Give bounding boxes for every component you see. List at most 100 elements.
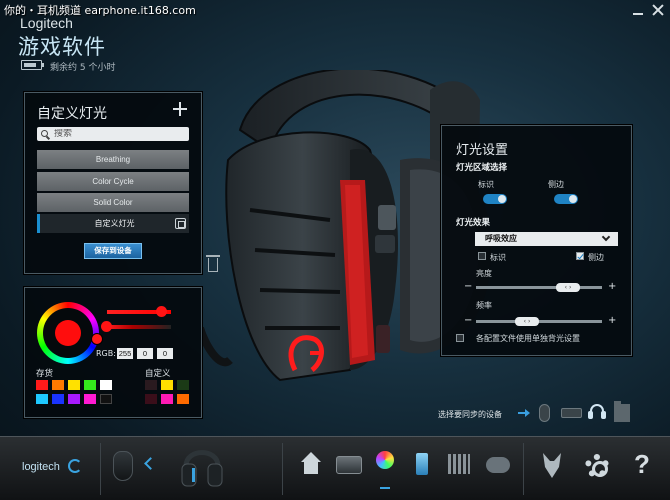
logo-checkbox[interactable]: [478, 252, 486, 260]
custom-lighting-panel: 自定义灯光 Breathing Color Cycle Solid Color …: [24, 92, 202, 274]
surround-sound-icon[interactable]: [486, 457, 510, 473]
rgb-label: RGB:: [96, 349, 116, 358]
home-icon[interactable]: [298, 452, 324, 478]
color-swatch[interactable]: [177, 380, 189, 390]
search-field[interactable]: [37, 127, 189, 141]
lighting-bulb-icon[interactable]: [376, 451, 394, 469]
color-swatch[interactable]: [68, 394, 80, 404]
effect-select-value: 呼吸效应: [485, 234, 517, 243]
custom-lighting-title: 自定义灯光: [37, 106, 107, 122]
color-swatch[interactable]: [177, 394, 189, 404]
bottom-toolbar: logitech ?: [0, 436, 670, 500]
battery-icon: [21, 60, 44, 70]
close-button[interactable]: [652, 4, 664, 16]
color-swatch[interactable]: [161, 380, 173, 390]
brightness-label: 亮度: [476, 269, 492, 278]
color-swatch[interactable]: [145, 394, 157, 404]
chevron-left-icon[interactable]: [144, 457, 157, 470]
chevron-down-icon: [601, 232, 611, 242]
watermark: 你的・耳机频道 earphone.it168.com: [4, 4, 196, 17]
battery-settings-icon[interactable]: [416, 453, 428, 475]
sync-devices-label: 选择要同步的设备: [438, 410, 502, 419]
battery-status: 剩余约 5 个小时: [50, 63, 116, 73]
chip-icon[interactable]: [175, 218, 186, 229]
headset-device-icon[interactable]: [588, 403, 606, 421]
window-controls: [632, 4, 664, 16]
rgb-red-input[interactable]: 255: [117, 348, 133, 359]
side-checkbox[interactable]: [576, 252, 584, 260]
zone-logo-toggle[interactable]: [483, 194, 507, 204]
headset-thumbnail-icon[interactable]: [180, 444, 224, 492]
mouse-thumbnail-icon[interactable]: [113, 451, 133, 481]
rate-track[interactable]: ‹ ›: [476, 317, 602, 326]
app-title: 游戏软件: [18, 35, 106, 59]
color-picker-panel: RGB: 255 0 0 存货 自定义: [24, 287, 202, 418]
add-effect-button[interactable]: [173, 102, 187, 116]
zone-label-side: 侧边: [548, 180, 564, 189]
active-indicator: [380, 487, 390, 489]
per-profile-checkbox[interactable]: [456, 334, 464, 342]
brightness-track[interactable]: ‹ ›: [476, 283, 602, 292]
equalizer-icon[interactable]: [448, 454, 470, 474]
help-icon[interactable]: ?: [634, 449, 650, 480]
brightness-plus-button[interactable]: +: [608, 282, 616, 292]
search-icon: [41, 129, 50, 139]
brightness-minus-button[interactable]: −: [464, 282, 472, 292]
effect-heading: 灯光效果: [456, 218, 491, 228]
logitech-logo: logitech: [22, 461, 60, 473]
divider: [282, 443, 283, 495]
color-swatch[interactable]: [100, 394, 112, 404]
gear-icon[interactable]: [585, 454, 609, 478]
rgb-blue-input[interactable]: 0: [157, 348, 173, 359]
effect-select[interactable]: 呼吸效应: [475, 232, 618, 246]
divider: [523, 443, 524, 495]
wolf-profile-icon[interactable]: [541, 451, 563, 479]
rgb-green-input[interactable]: 0: [137, 348, 153, 359]
color-swatch[interactable]: [36, 394, 48, 404]
color-swatch[interactable]: [84, 394, 96, 404]
effect-item-custom[interactable]: 自定义灯光: [37, 214, 189, 233]
effect-item-breathing[interactable]: Breathing: [37, 150, 189, 169]
color-swatch[interactable]: [161, 394, 173, 404]
color-swatch[interactable]: [68, 380, 80, 390]
zone-label-logo: 标识: [478, 180, 494, 189]
color-wheel-handle[interactable]: [91, 333, 103, 345]
mouse-device-icon[interactable]: [539, 404, 550, 422]
save-to-device-button[interactable]: 保存到设备: [84, 243, 142, 259]
hue-slider-knob[interactable]: [156, 306, 167, 317]
effect-item-solid-color[interactable]: Solid Color: [37, 193, 189, 212]
effect-item-color-cycle[interactable]: Color Cycle: [37, 172, 189, 191]
saved-colors-label: 存货: [36, 369, 54, 379]
color-swatch[interactable]: [52, 394, 64, 404]
color-swatch[interactable]: [52, 380, 64, 390]
folder-device-icon[interactable]: [614, 401, 630, 422]
hue-slider[interactable]: [107, 306, 171, 317]
effect-item-custom-label: 自定义灯光: [94, 219, 135, 228]
logitech-g-icon: [68, 459, 82, 473]
brightness-slider[interactable]: [101, 321, 171, 332]
color-swatch[interactable]: [84, 380, 96, 390]
rate-plus-button[interactable]: +: [608, 316, 616, 326]
lighting-settings-title: 灯光设置: [456, 143, 509, 158]
brightness-thumb[interactable]: ‹ ›: [556, 283, 580, 292]
keyboard-device-icon[interactable]: [561, 408, 582, 418]
custom-colors-label: 自定义: [145, 369, 171, 379]
per-profile-label: 各配置文件使用单独背光设置: [476, 334, 580, 343]
keys-icon[interactable]: [336, 456, 362, 474]
zone-heading: 灯光区域选择: [456, 163, 508, 173]
brightness-slider-knob[interactable]: [101, 321, 112, 332]
side-checkbox-label: 侧边: [588, 253, 604, 262]
color-swatch[interactable]: [36, 380, 48, 390]
selected-color-preview: [55, 320, 81, 346]
trash-icon[interactable]: [206, 255, 220, 272]
rate-thumb[interactable]: ‹ ›: [515, 317, 539, 326]
color-wheel[interactable]: [37, 302, 103, 364]
search-input[interactable]: [54, 129, 184, 139]
lighting-settings-panel: 灯光设置 灯光区域选择 标识 侧边 灯光效果 呼吸效应 标识 侧边 亮度 − ‹…: [441, 125, 632, 356]
rate-label: 频率: [476, 301, 492, 310]
minimize-button[interactable]: [632, 4, 644, 16]
zone-side-toggle[interactable]: [554, 194, 578, 204]
color-swatch[interactable]: [100, 380, 112, 390]
rate-minus-button[interactable]: −: [464, 316, 472, 326]
color-swatch[interactable]: [145, 380, 157, 390]
